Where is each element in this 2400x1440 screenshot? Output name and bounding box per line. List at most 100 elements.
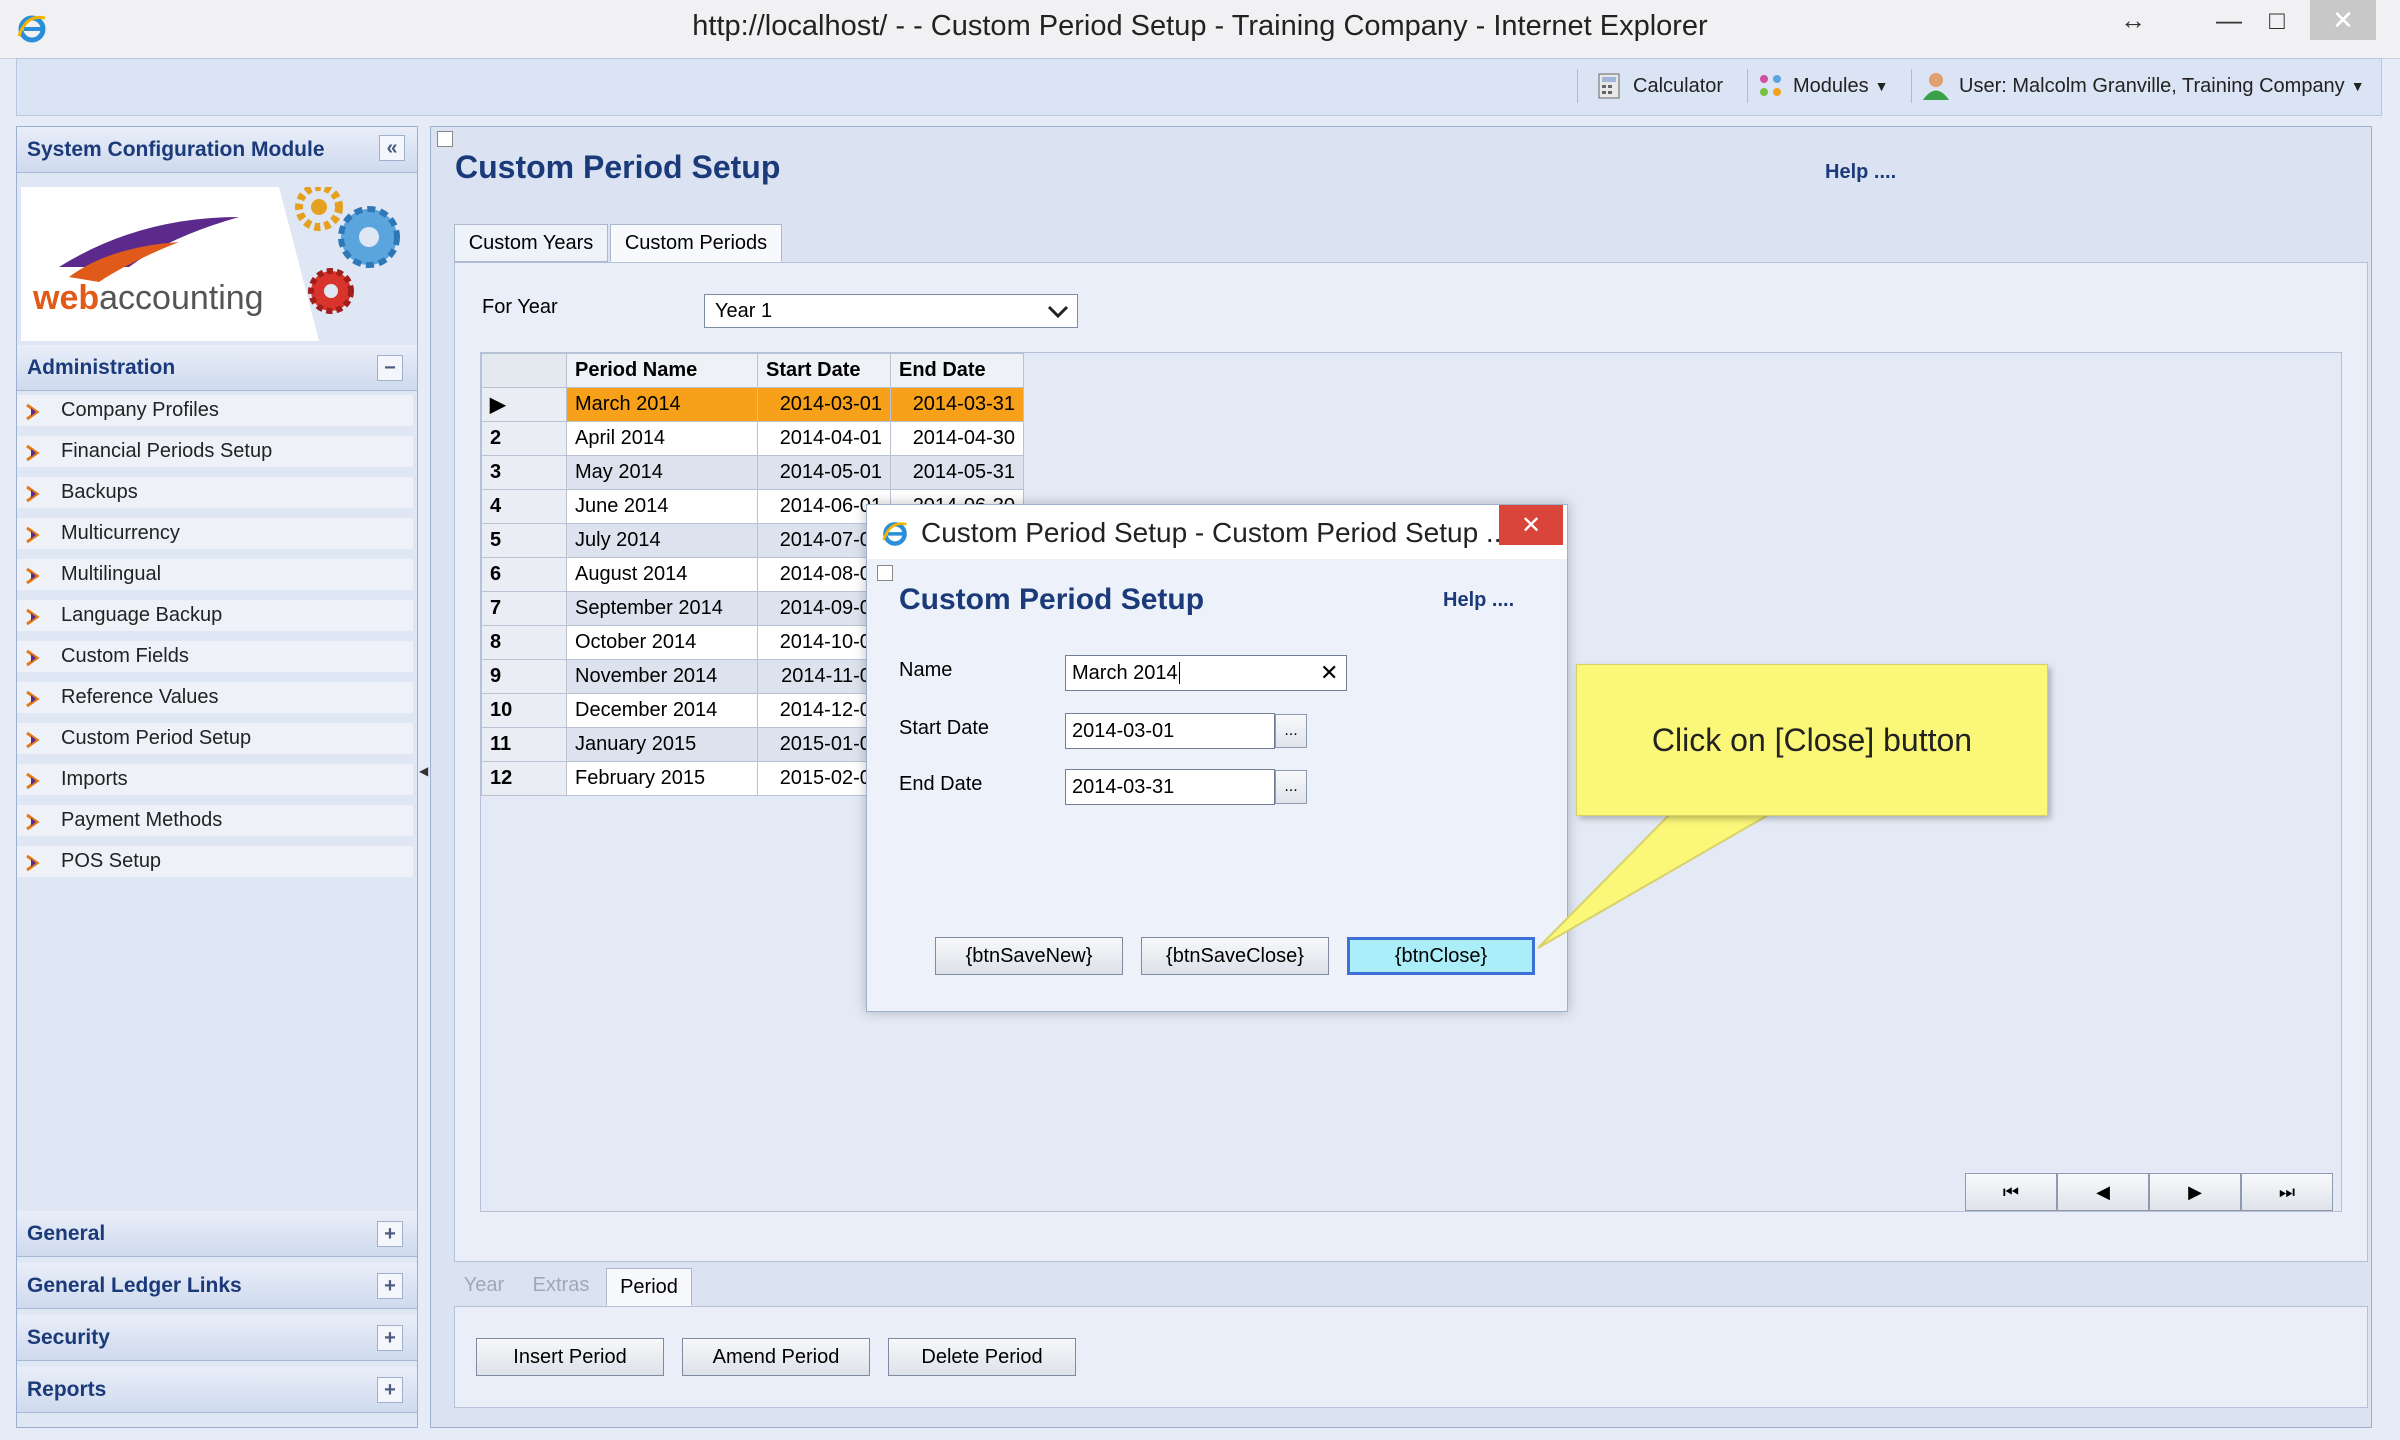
expand-section-icon[interactable]: + — [377, 1377, 403, 1403]
calculator-icon — [1598, 73, 1620, 99]
last-record-button[interactable]: ⏭ — [2241, 1173, 2333, 1211]
table-row[interactable]: 3 May 2014 2014-05-01 2014-05-31 — [481, 455, 1024, 490]
period-name-cell[interactable]: April 2014 — [566, 421, 758, 456]
start-date-cell[interactable]: 2014-04-01 — [757, 421, 891, 456]
sidebar-section-general-ledger-links[interactable]: General Ledger Links + — [17, 1263, 417, 1309]
close-window-button[interactable]: ✕ — [2310, 0, 2376, 40]
start-date-input[interactable]: 2014-03-01 — [1065, 713, 1275, 749]
sidebar-item-backups[interactable]: Backups — [17, 477, 413, 513]
sidebar-section-reports[interactable]: Reports + — [17, 1367, 417, 1413]
period-name-cell[interactable]: November 2014 — [566, 659, 758, 694]
table-row[interactable]: ▶ March 2014 2014-03-01 2014-03-31 — [481, 387, 1024, 422]
column-header[interactable]: End Date — [890, 353, 1024, 388]
sidebar-splitter[interactable]: ◀ — [418, 126, 428, 1426]
for-year-label: For Year — [482, 296, 558, 318]
period-name-cell[interactable]: August 2014 — [566, 557, 758, 592]
sidebar-item-pos-setup[interactable]: POS Setup — [17, 846, 413, 882]
expand-section-icon[interactable]: + — [377, 1273, 403, 1299]
collapse-sidebar-icon[interactable]: « — [379, 135, 405, 161]
dialog-title-bar: Custom Period Setup - Custom Period Setu… — [867, 505, 1567, 559]
sidebar-item-multilingual[interactable]: Multilingual — [17, 559, 413, 595]
sidebar-item-custom-fields[interactable]: Custom Fields — [17, 641, 413, 677]
splitter-arrow-icon: ◀ — [419, 764, 429, 778]
tab-period[interactable]: Period — [606, 1268, 692, 1306]
row-number: 12 — [481, 761, 567, 796]
start-date-picker-button[interactable]: ... — [1275, 714, 1307, 748]
chevron-right-icon — [26, 485, 40, 503]
chevron-right-icon — [26, 854, 40, 872]
table-row[interactable]: 2 April 2014 2014-04-01 2014-04-30 — [481, 421, 1024, 456]
chevron-right-icon — [26, 608, 40, 626]
save-new-button[interactable]: {btnSaveNew} — [935, 937, 1123, 975]
help-link[interactable]: Help .... — [1825, 161, 1896, 184]
web-accounting-logo: webaccounting — [19, 187, 415, 341]
sidebar-item-financial-periods-setup[interactable]: Financial Periods Setup — [17, 436, 413, 472]
end-date-input[interactable]: 2014-03-31 — [1065, 769, 1275, 805]
dialog-checkbox[interactable] — [877, 565, 893, 581]
name-input[interactable]: March 2014 ✕ — [1065, 655, 1347, 691]
period-name-cell[interactable]: September 2014 — [566, 591, 758, 626]
start-date-cell[interactable]: 2014-03-01 — [757, 387, 891, 422]
dialog-close-x-button[interactable]: ✕ — [1499, 505, 1563, 545]
period-name-cell[interactable]: January 2015 — [566, 727, 758, 762]
sidebar-item-payment-methods[interactable]: Payment Methods — [17, 805, 413, 841]
end-date-cell[interactable]: 2014-03-31 — [890, 387, 1024, 422]
resize-icon[interactable]: ↔ — [2100, 0, 2166, 40]
close-button[interactable]: {btnClose} — [1347, 937, 1535, 975]
row-number: ▶ — [481, 387, 567, 422]
end-date-picker-button[interactable]: ... — [1275, 770, 1307, 804]
end-date-cell[interactable]: 2014-05-31 — [890, 455, 1024, 490]
administration-section-header[interactable]: Administration − — [17, 345, 417, 391]
logo-text-accounting: accounting — [99, 279, 264, 317]
calculator-button[interactable]: Calculator — [1597, 71, 1723, 101]
clear-icon[interactable]: ✕ — [1320, 660, 1338, 686]
user-menu[interactable]: User: Malcolm Granville, Training Compan… — [1921, 71, 2365, 101]
period-name-cell[interactable]: May 2014 — [566, 455, 758, 490]
period-name-cell[interactable]: October 2014 — [566, 625, 758, 660]
start-date-cell[interactable]: 2014-05-01 — [757, 455, 891, 490]
maximize-button[interactable]: □ — [2244, 0, 2310, 40]
next-record-button[interactable]: ▶ — [2149, 1173, 2241, 1211]
column-header[interactable]: Start Date — [757, 353, 891, 388]
column-header[interactable]: Period Name — [566, 353, 758, 388]
previous-record-button[interactable]: ◀ — [2057, 1173, 2149, 1211]
chevron-down-icon — [1047, 305, 1069, 319]
collapse-section-icon[interactable]: − — [377, 355, 403, 381]
callout-pointer — [1537, 813, 1774, 949]
period-name-cell[interactable]: December 2014 — [566, 693, 758, 728]
sidebar-item-imports[interactable]: Imports — [17, 764, 413, 800]
sidebar-item-company-profiles[interactable]: Company Profiles — [17, 395, 413, 431]
tab-custom-periods[interactable]: Custom Periods — [610, 224, 782, 262]
period-name-cell[interactable]: June 2014 — [566, 489, 758, 524]
delete-period-button[interactable]: Delete Period — [888, 1338, 1076, 1376]
sidebar-item-label: Reference Values — [61, 686, 219, 708]
save-close-button[interactable]: {btnSaveClose} — [1141, 937, 1329, 975]
year-select[interactable]: Year 1 — [704, 294, 1078, 328]
modules-menu[interactable]: Modules ▼ — [1757, 71, 1888, 101]
first-record-button[interactable]: ⏮ — [1965, 1173, 2057, 1211]
window-title-bar: http://localhost/ - - Custom Period Setu… — [0, 0, 2400, 59]
sidebar-item-language-backup[interactable]: Language Backup — [17, 600, 413, 636]
insert-period-button[interactable]: Insert Period — [476, 1338, 664, 1376]
internet-explorer-icon — [882, 522, 907, 546]
sidebar-item-label: Language Backup — [61, 604, 223, 626]
sidebar-item-custom-period-setup[interactable]: Custom Period Setup — [17, 723, 413, 759]
period-name-cell[interactable]: February 2015 — [566, 761, 758, 796]
tutorial-callout: Click on [Close] button — [1576, 664, 2048, 816]
period-name-cell[interactable]: July 2014 — [566, 523, 758, 558]
page-checkbox[interactable] — [437, 131, 453, 147]
sidebar-section-general[interactable]: General + — [17, 1211, 417, 1257]
expand-section-icon[interactable]: + — [377, 1221, 403, 1247]
sidebar-section-security[interactable]: Security + — [17, 1315, 417, 1361]
sidebar-item-reference-values[interactable]: Reference Values — [17, 682, 413, 718]
expand-section-icon[interactable]: + — [377, 1325, 403, 1351]
dialog-help-link[interactable]: Help .... — [1443, 589, 1514, 612]
chevron-right-icon — [26, 649, 40, 667]
tab-custom-years[interactable]: Custom Years — [454, 224, 608, 262]
start-date-value: 2014-03-01 — [1072, 719, 1175, 742]
amend-period-button[interactable]: Amend Period — [682, 1338, 870, 1376]
end-date-cell[interactable]: 2014-04-30 — [890, 421, 1024, 456]
sidebar-item-label: Payment Methods — [61, 809, 223, 831]
sidebar-item-multicurrency[interactable]: Multicurrency — [17, 518, 413, 554]
period-name-cell[interactable]: March 2014 — [566, 387, 758, 422]
